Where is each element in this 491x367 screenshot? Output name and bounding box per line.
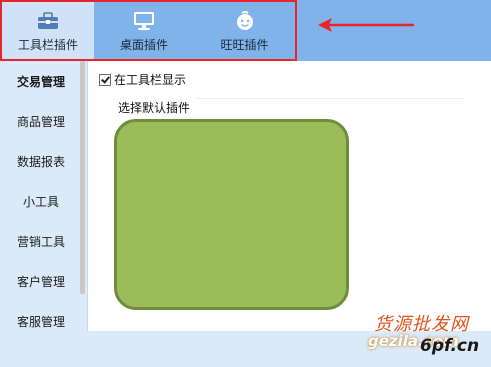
- monitor-icon: [134, 12, 154, 30]
- toolbox-icon: [38, 12, 58, 29]
- show-in-toolbar-checkbox[interactable]: [99, 73, 111, 86]
- nav-item-customer-management[interactable]: 客户管理: [0, 273, 82, 290]
- nav-item-product-management[interactable]: 商品管理: [0, 113, 82, 130]
- tab-toolbar-plugins[interactable]: 工具栏插件: [2, 2, 94, 59]
- app-window: 工具栏插件 桌面插件 旺旺插件 交易管理 商品管理 数据报表 小工具 营销工具 …: [0, 0, 491, 367]
- watermark: 货源批发网 gezila.com 6pf.cn: [368, 310, 491, 367]
- tab-label: 工具栏插件: [17, 38, 78, 52]
- tab-wangwang-plugins[interactable]: 旺旺插件: [194, 2, 295, 59]
- nav-item-marketing-tools[interactable]: 营销工具: [0, 233, 82, 250]
- show-in-toolbar-option: 在工具栏显示: [99, 71, 186, 88]
- default-plugin-preview[interactable]: [114, 119, 349, 310]
- plugin-tabs-highlight: 工具栏插件 桌面插件 旺旺插件: [0, 0, 297, 61]
- show-in-toolbar-label: 在工具栏显示: [114, 73, 187, 87]
- wangwang-face-icon: [236, 11, 253, 30]
- left-nav: 交易管理 商品管理 数据报表 小工具 营销工具 客户管理 客服管理: [0, 61, 87, 331]
- nav-item-data-reports[interactable]: 数据报表: [0, 153, 82, 170]
- sidebar-scrollbar[interactable]: [80, 61, 85, 294]
- nav-item-service-management[interactable]: 客服管理: [0, 313, 82, 330]
- plugin-toolbar: 工具栏插件 桌面插件 旺旺插件: [0, 0, 491, 61]
- watermark-domain-alt: 6pf.cn: [420, 336, 480, 356]
- tab-desktop-plugins[interactable]: 桌面插件: [94, 2, 194, 59]
- nav-item-tools[interactable]: 小工具: [0, 193, 82, 210]
- pointer-arrow-icon: [318, 18, 414, 32]
- nav-item-trade-management[interactable]: 交易管理: [0, 73, 82, 90]
- tab-label: 桌面插件: [119, 38, 168, 52]
- tab-label: 旺旺插件: [220, 38, 269, 52]
- default-plugin-label: 选择默认插件: [118, 101, 191, 115]
- section-divider: [196, 98, 464, 99]
